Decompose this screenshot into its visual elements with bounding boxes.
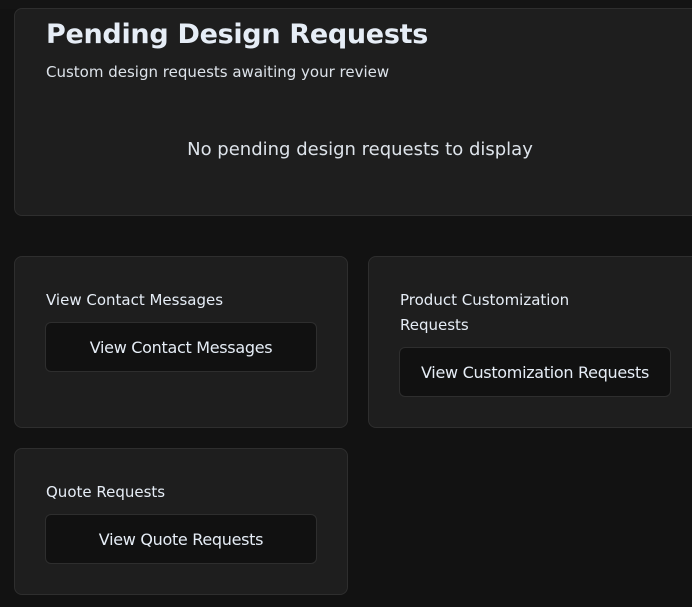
card-title: Quote Requests — [46, 483, 166, 501]
pending-design-requests-card: Pending Design Requests Custom design re… — [14, 8, 692, 216]
card-title: Product Customization Requests — [400, 291, 570, 334]
customization-requests-card: Product Customization Requests View Cust… — [368, 256, 692, 428]
quote-requests-card: Quote Requests View Quote Requests — [14, 448, 348, 595]
page-subtitle: Custom design requests awaiting your rev… — [46, 63, 390, 81]
view-contact-messages-button[interactable]: View Contact Messages — [45, 322, 317, 372]
card-title: View Contact Messages — [46, 291, 224, 309]
empty-state-message: No pending design requests to display — [187, 139, 533, 160]
page-title: Pending Design Requests — [46, 19, 428, 50]
view-customization-requests-button[interactable]: View Customization Requests — [399, 347, 671, 397]
view-quote-requests-button[interactable]: View Quote Requests — [45, 514, 317, 564]
contact-messages-card: View Contact Messages View Contact Messa… — [14, 256, 348, 428]
